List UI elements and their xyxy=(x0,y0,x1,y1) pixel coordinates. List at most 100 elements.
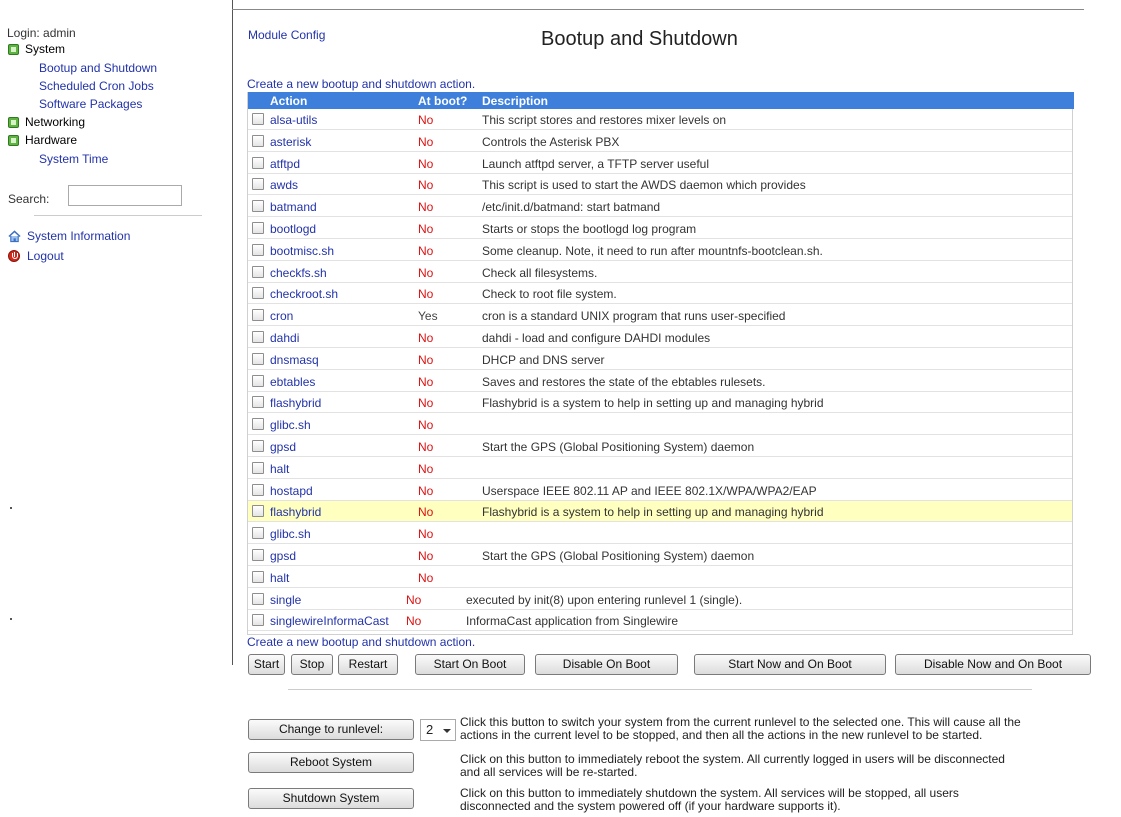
table-row[interactable]: flashybrid No Flashybrid is a system to he… xyxy=(248,392,1072,414)
start-now-and-on-boot-button[interactable]: Start Now and On Boot xyxy=(694,654,886,675)
table-row[interactable]: atftpd No Launch atftpd server, a TFTP ser… xyxy=(248,153,1072,174)
action-name-link[interactable]: gpsd xyxy=(270,440,296,454)
table-row[interactable]: awds No This script is used to start the A… xyxy=(248,174,1072,196)
change-runlevel-button[interactable]: Change to runlevel: xyxy=(248,719,414,740)
action-name-link[interactable]: dnsmasq xyxy=(270,353,319,367)
row-checkbox[interactable] xyxy=(252,352,264,365)
action-name-link[interactable]: halt xyxy=(270,571,289,585)
table-row[interactable]: cron Yes cron is a standard UNIX program t… xyxy=(248,305,1072,327)
action-name-link[interactable]: glibc.sh xyxy=(270,418,311,432)
sidebar-link-cron-jobs[interactable]: Scheduled Cron Jobs xyxy=(39,79,154,93)
sidebar-link-system-time[interactable]: System Time xyxy=(39,152,108,166)
stop-button[interactable]: Stop xyxy=(291,654,333,675)
action-name-link[interactable]: halt xyxy=(270,462,289,476)
table-row[interactable]: singlewireInformaCast No InformaCast appli… xyxy=(248,610,1072,632)
table-row[interactable]: bootmisc.sh No Some cleanup. Note, it need… xyxy=(248,240,1072,261)
action-name-link[interactable]: awds xyxy=(270,178,298,192)
sidebar-link-bootup-shutdown[interactable]: Bootup and Shutdown xyxy=(39,61,157,75)
table-row[interactable]: checkroot.sh No Check to root file system. xyxy=(248,283,1072,305)
reboot-system-button[interactable]: Reboot System xyxy=(248,752,414,773)
action-name-link[interactable]: checkfs.sh xyxy=(270,266,327,280)
table-row[interactable]: hostapd No Userspace IEEE 802.11 AP and IE… xyxy=(248,480,1072,501)
table-row[interactable]: glibc.sh No xyxy=(248,414,1072,436)
search-input[interactable] xyxy=(68,185,182,206)
start-on-boot-button[interactable]: Start On Boot xyxy=(415,654,525,675)
row-checkbox[interactable] xyxy=(252,592,264,605)
table-row[interactable]: gpsd No Start the GPS (Global Positioning … xyxy=(248,436,1072,457)
action-name-link[interactable]: bootlogd xyxy=(270,222,316,236)
action-name-link[interactable]: alsa-utils xyxy=(270,113,317,127)
row-checkbox[interactable] xyxy=(252,570,264,583)
action-name-link[interactable]: asterisk xyxy=(270,135,311,149)
category-system[interactable]: System xyxy=(8,42,65,56)
row-checkbox[interactable] xyxy=(252,265,264,278)
category-hardware[interactable]: Hardware xyxy=(8,133,77,147)
row-checkbox[interactable] xyxy=(252,222,264,234)
action-name-link[interactable]: flashybrid xyxy=(270,505,321,519)
action-description: Starts or stops the bootlogd log program xyxy=(482,222,697,236)
restart-button[interactable]: Restart xyxy=(338,654,398,675)
action-name-link[interactable]: hostapd xyxy=(270,484,313,498)
table-row[interactable]: gpsd No Start the GPS (Global Positioning … xyxy=(248,545,1072,566)
row-checkbox[interactable] xyxy=(252,243,264,256)
row-checkbox[interactable] xyxy=(252,331,264,343)
row-checkbox[interactable] xyxy=(252,200,264,213)
action-name-link[interactable]: ebtables xyxy=(270,375,315,389)
system-information-label: System Information xyxy=(27,229,131,243)
row-checkbox[interactable] xyxy=(252,418,264,431)
row-checkbox[interactable] xyxy=(252,614,264,627)
action-name-link[interactable]: cron xyxy=(270,309,293,323)
table-row[interactable]: halt No xyxy=(248,458,1072,479)
action-name-link[interactable]: singlewireInformaCast xyxy=(270,614,389,628)
category-networking[interactable]: Networking xyxy=(8,115,85,129)
row-checkbox[interactable] xyxy=(252,374,264,387)
table-row[interactable]: asterisk No Controls the Asterisk PBX xyxy=(248,131,1072,152)
row-checkbox[interactable] xyxy=(252,134,264,147)
row-checkbox[interactable] xyxy=(252,287,264,300)
system-information-link[interactable]: System Information xyxy=(8,229,130,243)
table-row[interactable]: dnsmasq No DHCP and DNS server xyxy=(248,349,1072,370)
action-name-link[interactable]: dahdi xyxy=(270,331,299,345)
logout-link[interactable]: Logout xyxy=(8,249,64,263)
row-checkbox[interactable] xyxy=(252,461,264,474)
row-checkbox[interactable] xyxy=(252,505,264,518)
table-row[interactable]: ebtables No Saves and restores the state o… xyxy=(248,371,1072,392)
row-checkbox[interactable] xyxy=(252,483,264,496)
action-name-link[interactable]: batmand xyxy=(270,200,317,214)
shutdown-system-button[interactable]: Shutdown System xyxy=(248,788,414,809)
action-name-link[interactable]: single xyxy=(270,593,301,607)
row-checkbox[interactable] xyxy=(252,309,264,322)
row-checkbox[interactable] xyxy=(252,156,264,169)
start-button[interactable]: Start xyxy=(248,654,285,675)
table-row[interactable]: dahdi No dahdi - load and configure DAHDI … xyxy=(248,327,1072,348)
row-checkbox[interactable] xyxy=(252,440,264,452)
row-checkbox[interactable] xyxy=(252,113,264,125)
action-name-link[interactable]: gpsd xyxy=(270,549,296,563)
table-row[interactable]: bootlogd No Starts or stops the bootlogd l… xyxy=(248,218,1072,239)
row-checkbox[interactable] xyxy=(252,396,264,409)
table-row[interactable]: flashybrid No Flashybrid is a system to he… xyxy=(248,501,1072,523)
row-checkbox[interactable] xyxy=(252,527,264,540)
action-description: Start the GPS (Global Positioning System… xyxy=(482,440,755,454)
table-row[interactable]: checkfs.sh No Check all filesystems. xyxy=(248,262,1072,283)
disable-now-and-on-boot-button[interactable]: Disable Now and On Boot xyxy=(895,654,1091,675)
row-checkbox[interactable] xyxy=(252,549,264,561)
row-checkbox[interactable] xyxy=(252,178,264,191)
sidebar-link-software-packages[interactable]: Software Packages xyxy=(39,97,142,111)
module-config-link[interactable]: Module Config xyxy=(248,28,325,42)
runlevel-select[interactable]: 2 xyxy=(420,719,456,741)
disable-on-boot-button[interactable]: Disable On Boot xyxy=(535,654,678,675)
action-name-link[interactable]: flashybrid xyxy=(270,396,321,410)
action-name-link[interactable]: atftpd xyxy=(270,157,300,171)
table-row[interactable]: single No executed by init(8) upon enterin… xyxy=(248,589,1072,610)
table-row[interactable]: glibc.sh No xyxy=(248,523,1072,545)
action-name-link[interactable]: bootmisc.sh xyxy=(270,244,334,258)
table-row[interactable]: alsa-utils No This script stores and resto… xyxy=(248,109,1072,130)
table-row[interactable]: halt No xyxy=(248,567,1072,588)
create-action-link-bottom[interactable]: Create a new bootup and shutdown action. xyxy=(247,635,475,649)
create-action-link-top[interactable]: Create a new bootup and shutdown action. xyxy=(247,77,475,91)
table-row[interactable]: batmand No/etc/init.d/batmand: start batm… xyxy=(248,196,1072,218)
action-name-link[interactable]: checkroot.sh xyxy=(270,287,338,301)
action-description: InformaCast application from Singlewire xyxy=(466,614,679,629)
action-name-link[interactable]: glibc.sh xyxy=(270,527,311,541)
